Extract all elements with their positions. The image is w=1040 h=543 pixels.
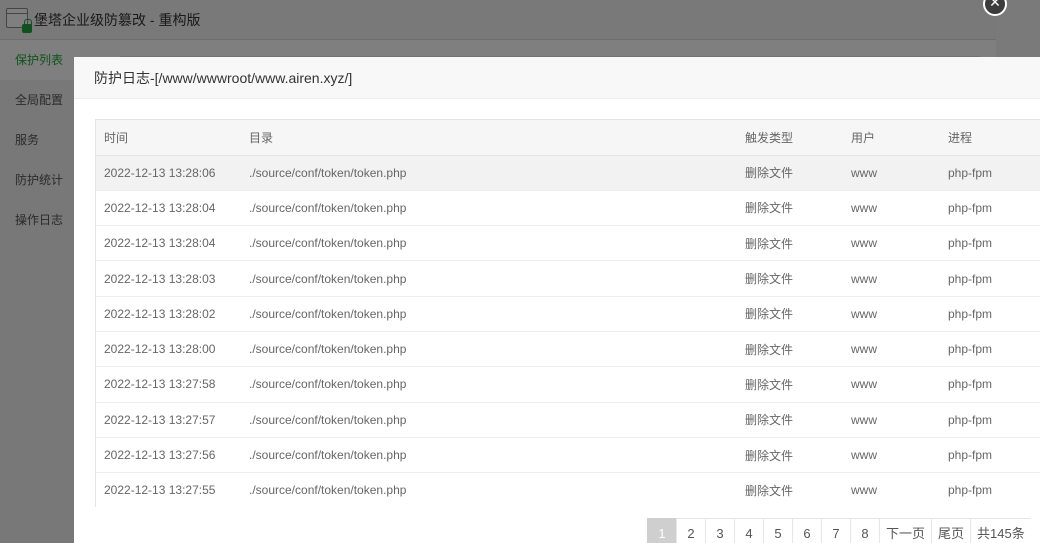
next-page-button[interactable]: 下一页	[879, 518, 932, 543]
cell-process: php-fpm	[948, 236, 993, 251]
dialog-title: 防护日志-[/www/wwwroot/www.airen.xyz/]	[74, 57, 1040, 99]
table-row: 2022-12-13 13:28:00 ./source/conf/token/…	[96, 331, 1040, 367]
cell-time: 2022-12-13 13:27:58	[104, 377, 216, 392]
cell-type: 删除文件	[745, 342, 794, 357]
cell-type: 删除文件	[745, 483, 794, 498]
cell-user: www	[851, 483, 877, 498]
table-row: 2022-12-13 13:28:04 ./source/conf/token/…	[96, 226, 1040, 261]
page-button[interactable]: 6	[792, 518, 821, 543]
cell-user: www	[851, 200, 877, 215]
cell-time: 2022-12-13 13:27:56	[104, 448, 216, 463]
cell-dir: ./source/conf/token/token.php	[249, 236, 407, 251]
cell-time: 2022-12-13 13:28:04	[104, 236, 216, 251]
cell-time: 2022-12-13 13:28:03	[104, 271, 216, 286]
cell-process: php-fpm	[948, 412, 993, 427]
cell-type: 删除文件	[745, 448, 794, 463]
cell-dir: ./source/conf/token/token.php	[249, 165, 407, 180]
table-row: 2022-12-13 13:28:04 ./source/conf/token/…	[96, 190, 1040, 226]
pagination: 1 2 3 4 5 6 7 8 下一页 尾页 共145条	[647, 518, 1031, 543]
cell-dir: ./source/conf/token/token.php	[249, 271, 407, 286]
cell-time: 2022-12-13 13:28:06	[104, 165, 216, 180]
cell-user: www	[851, 236, 877, 251]
header-process: 进程	[940, 120, 1040, 156]
cell-dir: ./source/conf/token/token.php	[249, 483, 407, 498]
log-table: 时间 目录 触发类型 用户 进程 2022-12-13 13:28:06 ./s…	[96, 120, 1040, 507]
cell-process: php-fpm	[948, 165, 993, 180]
header-time: 时间	[96, 120, 241, 156]
cell-process: php-fpm	[948, 200, 993, 215]
last-page-button[interactable]: 尾页	[931, 518, 971, 543]
cell-user: www	[851, 448, 877, 463]
cell-user: www	[851, 377, 877, 392]
cell-user: www	[851, 306, 877, 321]
cell-process: php-fpm	[948, 271, 993, 286]
page-button[interactable]: 4	[734, 518, 763, 543]
cell-process: php-fpm	[948, 306, 993, 321]
cell-type: 删除文件	[745, 377, 794, 392]
cell-type: 删除文件	[745, 272, 794, 287]
cell-type: 删除文件	[745, 307, 794, 322]
cell-user: www	[851, 271, 877, 286]
table-row: 2022-12-13 13:27:57 ./source/conf/token/…	[96, 402, 1040, 438]
table-row: 2022-12-13 13:28:02 ./source/conf/token/…	[96, 296, 1040, 332]
table-row: 2022-12-13 13:27:55 ./source/conf/token/…	[96, 473, 1040, 507]
cell-process: php-fpm	[948, 342, 993, 357]
cell-dir: ./source/conf/token/token.php	[249, 412, 407, 427]
page-button-current[interactable]: 1	[647, 518, 676, 543]
cell-dir: ./source/conf/token/token.php	[249, 342, 407, 357]
cell-time: 2022-12-13 13:28:00	[104, 342, 216, 357]
table-row: 2022-12-13 13:27:56 ./source/conf/token/…	[96, 437, 1040, 473]
cell-dir: ./source/conf/token/token.php	[249, 306, 407, 321]
header-user: 用户	[843, 120, 940, 156]
cell-dir: ./source/conf/token/token.php	[249, 448, 407, 463]
page-button[interactable]: 8	[850, 518, 879, 543]
cell-dir: ./source/conf/token/token.php	[249, 200, 407, 215]
cell-process: php-fpm	[948, 448, 993, 463]
cell-time: 2022-12-13 13:28:02	[104, 306, 216, 321]
page-button[interactable]: 3	[705, 518, 734, 543]
cell-type: 删除文件	[745, 413, 794, 428]
page-button[interactable]: 5	[763, 518, 792, 543]
cell-time: 2022-12-13 13:28:04	[104, 200, 216, 215]
cell-type: 删除文件	[745, 201, 794, 216]
cell-type: 删除文件	[745, 236, 794, 251]
total-count: 共145条	[970, 518, 1031, 543]
cell-time: 2022-12-13 13:27:57	[104, 412, 216, 427]
cell-user: www	[851, 165, 877, 180]
header-trigger-type: 触发类型	[737, 120, 843, 156]
log-table-container[interactable]: 时间 目录 触发类型 用户 进程 2022-12-13 13:28:06 ./s…	[95, 119, 1040, 507]
table-row: 2022-12-13 13:28:03 ./source/conf/token/…	[96, 261, 1040, 297]
cell-user: www	[851, 342, 877, 357]
cell-user: www	[851, 412, 877, 427]
cell-dir: ./source/conf/token/token.php	[249, 377, 407, 392]
cell-time: 2022-12-13 13:27:55	[104, 483, 216, 498]
cell-process: php-fpm	[948, 377, 993, 392]
header-dir: 目录	[241, 120, 737, 156]
table-row: 2022-12-13 13:27:58 ./source/conf/token/…	[96, 367, 1040, 403]
protection-log-dialog: 防护日志-[/www/wwwroot/www.airen.xyz/] 时间 目录…	[74, 57, 1040, 543]
cell-process: php-fpm	[948, 483, 993, 498]
page-button[interactable]: 2	[676, 518, 705, 543]
cell-type: 删除文件	[745, 166, 794, 181]
page-button[interactable]: 7	[821, 518, 850, 543]
table-header-row: 时间 目录 触发类型 用户 进程	[96, 120, 1040, 156]
table-row: 2022-12-13 13:28:06 ./source/conf/token/…	[96, 155, 1040, 191]
